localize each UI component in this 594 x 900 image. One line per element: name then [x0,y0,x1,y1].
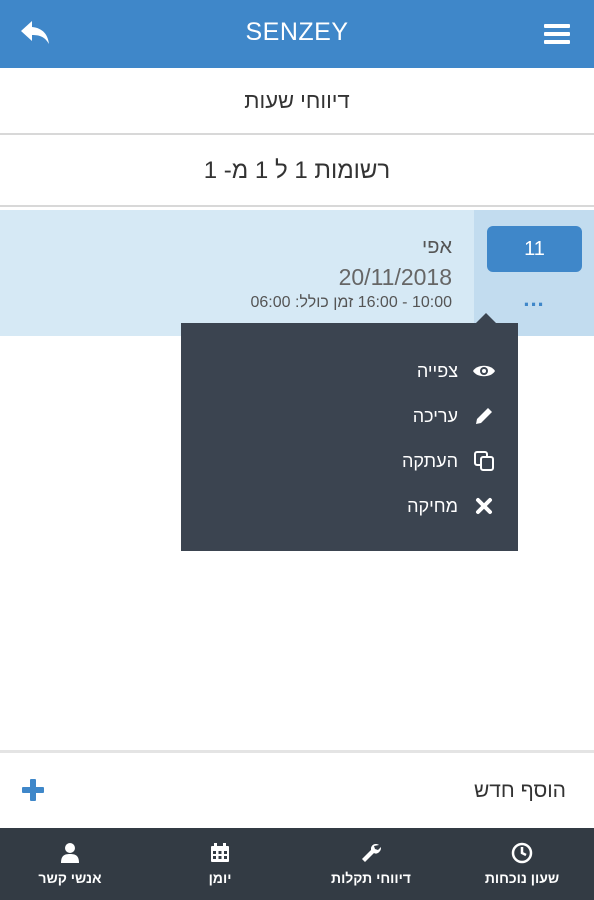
copy-icon [472,449,496,473]
tab-attendance-clock[interactable]: שעון נוכחות [472,828,572,900]
clock-icon [472,828,572,864]
bottom-nav: שעון נוכחות דיווחי תקלות יומן אנשי קשר [0,828,594,900]
tab-fault-reports[interactable]: דיווחי תקלות [318,828,424,900]
add-new-button[interactable]: הוסף חדש [474,779,566,803]
record-badge: 11 [487,226,582,272]
calendar-icon [190,828,250,864]
menu-item-label: העתקה [402,450,458,471]
tab-label: דיווחי תקלות [331,870,411,886]
add-new-bar: הוסף חדש [0,750,594,828]
tab-label: שעון נוכחות [484,870,560,886]
record-hours: 10:00 - 16:00 זמן כולל: 06:00 [250,294,453,311]
list-item[interactable]: 11 ... אפי 20/11/2018 10:00 - 16:00 זמן … [0,210,594,336]
popup-arrow [476,313,496,323]
menu-item-label: צפייה [416,360,458,381]
menu-item-label: מחיקה [407,495,458,516]
eye-icon [472,359,496,383]
more-options-icon[interactable]: ... [522,288,546,316]
tab-label: יומן [208,870,232,886]
menu-item-copy[interactable]: העתקה [402,446,496,476]
app-title: SENZEY [245,18,349,46]
context-menu: צפייה עריכה העתקה מחיקה [181,313,518,551]
page-title: דיווחי שעות [0,68,594,135]
record-date: 20/11/2018 [338,264,452,290]
menu-item-view[interactable]: צפייה [417,356,496,386]
close-icon [472,494,496,518]
hamburger-menu-icon[interactable] [544,22,570,46]
pencil-icon [472,404,496,428]
menu-item-delete[interactable]: מחיקה [407,491,496,521]
menu-item-edit[interactable]: עריכה [413,401,496,431]
app-header: SENZEY [0,0,594,68]
records-summary: רשומות 1 ל 1 מ- 1 [0,137,594,207]
menu-item-label: עריכה [412,405,458,426]
wrench-icon [318,828,424,864]
plus-icon[interactable] [20,777,46,803]
tab-calendar[interactable]: יומן [190,828,250,900]
tab-contacts[interactable]: אנשי קשר [18,828,122,900]
tab-label: אנשי קשר [38,870,102,886]
record-name: אפי [422,236,452,258]
user-icon [18,828,122,864]
